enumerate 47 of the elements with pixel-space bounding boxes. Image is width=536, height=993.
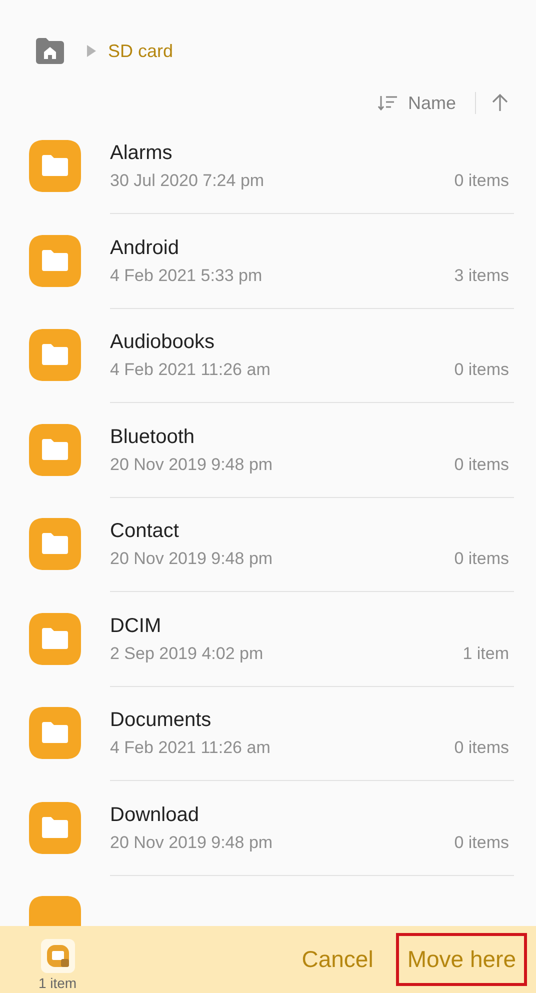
folder-icon bbox=[28, 800, 82, 854]
folder-name: Download bbox=[110, 804, 199, 826]
folder-name: DCIM bbox=[110, 614, 162, 636]
folder-name: Audiobooks bbox=[110, 331, 215, 353]
folder-date: 4 Feb 2021 11:26 am bbox=[110, 360, 270, 380]
sort-button[interactable]: Name bbox=[378, 92, 456, 114]
folder-date: 20 Nov 2019 9:48 pm bbox=[110, 549, 273, 569]
folder-row[interactable]: Alarms 30 Jul 2020 7:24 pm 0 items bbox=[110, 134, 514, 214]
folder-row[interactable]: Android 4 Feb 2021 5:33 pm 3 items bbox=[110, 228, 514, 308]
folder-icon bbox=[28, 328, 82, 382]
item-count: 0 items bbox=[454, 360, 509, 380]
folder-icon bbox=[28, 517, 82, 571]
folder-icon bbox=[28, 706, 82, 760]
selected-folder-icon bbox=[40, 938, 74, 972]
folder-row[interactable]: Documents 4 Feb 2021 11:26 am 0 items bbox=[110, 701, 514, 781]
folder-row[interactable]: DCIM 2 Sep 2019 4:02 pm 1 item bbox=[110, 606, 514, 686]
folder-name: Contact bbox=[110, 520, 179, 542]
folder-date: 2 Sep 2019 4:02 pm bbox=[110, 644, 264, 664]
folder-icon bbox=[28, 422, 82, 476]
home-folder-icon[interactable] bbox=[34, 37, 66, 65]
folder-date: 20 Nov 2019 9:48 pm bbox=[110, 454, 273, 474]
selection-count: 1 item bbox=[38, 974, 77, 990]
sort-direction-icon[interactable] bbox=[490, 93, 510, 113]
folder-name: Bluetooth bbox=[110, 426, 195, 448]
chevron-icon bbox=[86, 45, 96, 57]
folder-row[interactable]: Audiobooks 4 Feb 2021 11:26 am 0 items bbox=[110, 323, 514, 403]
folder-row[interactable]: Contact 20 Nov 2019 9:48 pm 0 items bbox=[110, 512, 514, 592]
folder-row[interactable]: Bluetooth 20 Nov 2019 9:48 pm 0 items bbox=[110, 418, 514, 498]
item-count: 0 items bbox=[454, 454, 509, 474]
folder-row[interactable]: Download 20 Nov 2019 9:48 pm 0 items bbox=[110, 796, 514, 876]
folder-icon bbox=[28, 139, 82, 193]
folder-icon bbox=[28, 612, 82, 666]
folder-icon bbox=[28, 234, 82, 288]
item-count: 3 items bbox=[454, 266, 509, 286]
folder-date: 30 Jul 2020 7:24 pm bbox=[110, 171, 264, 191]
item-count: 1 item bbox=[462, 644, 509, 664]
sort-icon bbox=[378, 93, 398, 113]
item-count: 0 items bbox=[454, 549, 509, 569]
folder-date: 20 Nov 2019 9:48 pm bbox=[110, 832, 273, 852]
folder-date: 4 Feb 2021 11:26 am bbox=[110, 738, 270, 758]
folder-name: Android bbox=[110, 236, 179, 258]
item-count: 0 items bbox=[454, 832, 509, 852]
folder-name: Alarms bbox=[110, 142, 172, 164]
item-count: 0 items bbox=[454, 171, 509, 191]
folder-date: 4 Feb 2021 5:33 pm bbox=[110, 266, 262, 286]
item-count: 0 items bbox=[454, 738, 509, 758]
folder-name: Documents bbox=[110, 709, 212, 731]
